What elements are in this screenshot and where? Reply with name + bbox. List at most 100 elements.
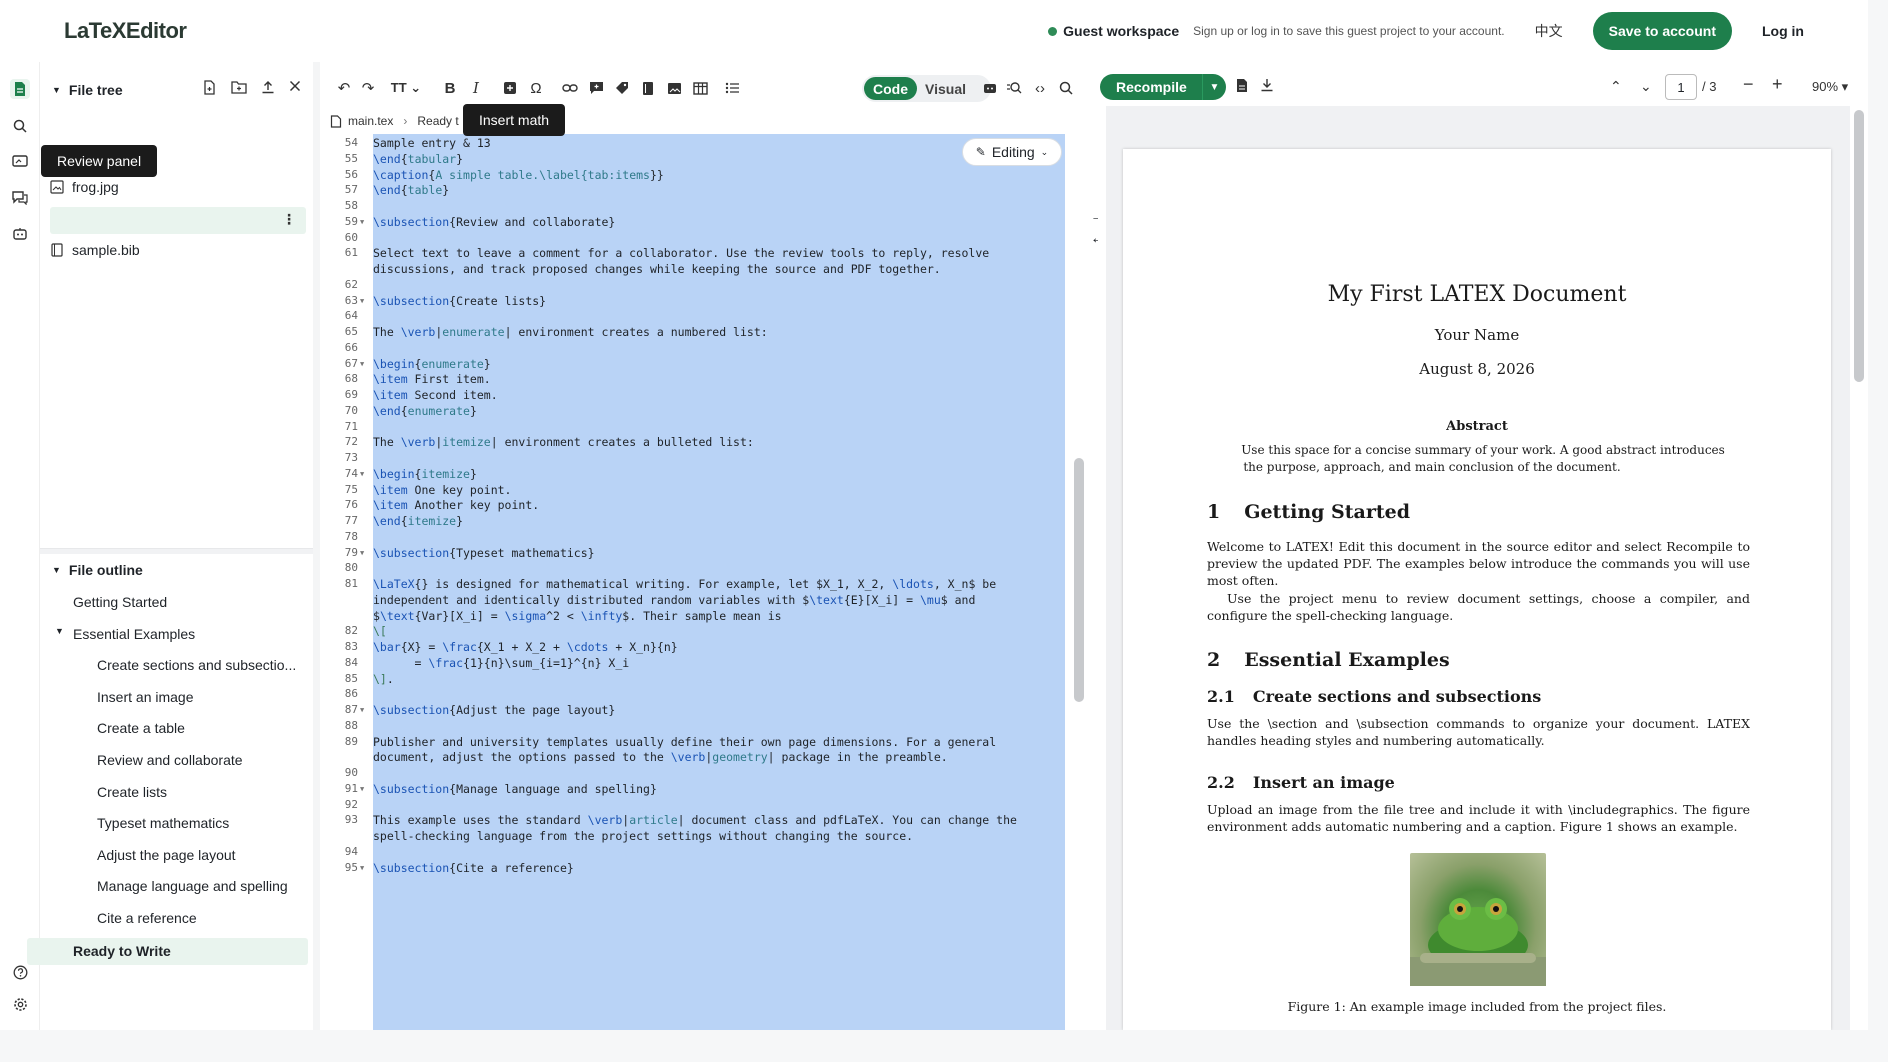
code-line[interactable]: \subsection{Review and collaborate} (373, 215, 615, 229)
zoom-in-icon[interactable]: + (1772, 74, 1783, 95)
code-line[interactable]: \[ (373, 624, 387, 638)
review-icon[interactable] (10, 152, 30, 172)
new-folder-icon[interactable] (231, 80, 247, 95)
robot-icon[interactable] (10, 224, 30, 244)
outline-item-page-layout[interactable]: Adjust the page layout (97, 847, 303, 863)
code-line[interactable]: \subsection{Typeset mathematics} (373, 546, 595, 560)
chat-icon[interactable] (10, 188, 30, 208)
omega-icon[interactable]: Ω (526, 78, 546, 98)
table-icon[interactable] (690, 78, 710, 98)
editor-scrollbar[interactable] (1074, 458, 1084, 702)
code-line[interactable]: \]. (373, 672, 394, 686)
recompile-button[interactable]: Recompile ▼ (1100, 74, 1226, 100)
code-line[interactable]: \subsection{Adjust the page layout} (373, 703, 615, 717)
code-line[interactable]: \subsection{Manage language and spelling… (373, 782, 657, 796)
code-line[interactable]: Publisher and university templates usual… (373, 735, 996, 749)
search-icon[interactable] (1056, 78, 1076, 98)
code-line[interactable]: \subsection{Cite a reference} (373, 861, 574, 875)
code-line[interactable]: \LaTeX{} is designed for mathematical wr… (373, 577, 996, 591)
settings-icon[interactable] (10, 994, 30, 1014)
link-icon[interactable] (560, 78, 580, 98)
fold-toggle-icon[interactable]: ▼ (360, 785, 364, 793)
outline-item-language-spelling[interactable]: Manage language and spelling (97, 878, 303, 894)
file-item-frog[interactable]: frog.jpg (50, 175, 119, 199)
language-switch[interactable]: 中文 (1535, 21, 1563, 41)
editor-mode-toggle[interactable]: Code Visual (862, 75, 991, 102)
outline-item-create-lists[interactable]: Create lists (97, 784, 303, 800)
math-icon[interactable] (500, 78, 520, 98)
code-line[interactable]: discussions, and track proposed changes … (373, 262, 941, 276)
code-line[interactable]: \item First item. (373, 372, 491, 386)
upload-icon[interactable] (261, 80, 275, 95)
editing-mode-badge[interactable]: ✎ Editing ⌄ (962, 138, 1062, 166)
redo-icon[interactable]: ↷ (358, 78, 378, 98)
fold-toggle-icon[interactable]: ▼ (360, 864, 364, 872)
file-item-main[interactable]: ⋮ (50, 207, 306, 234)
more-options-icon[interactable]: ⋮ (282, 211, 296, 228)
close-icon[interactable] (289, 80, 301, 95)
chevron-down-icon[interactable]: ▼ (52, 565, 61, 575)
code-line[interactable]: \end{tabular} (373, 152, 463, 166)
code-line[interactable]: \bar{X} = \frac{X_1 + X_2 + \cdots + X_n… (373, 640, 678, 654)
fold-toggle-icon[interactable]: ▼ (360, 360, 364, 368)
visual-mode-button[interactable]: Visual (917, 81, 974, 97)
breadcrumb-file[interactable]: main.tex (348, 114, 393, 128)
file-outline-header[interactable]: ▼ File outline (52, 562, 143, 578)
code-line[interactable]: = \frac{1}{n}\sum_{i=1}^{n} X_i (373, 656, 630, 670)
file-item-sample-bib[interactable]: sample.bib (50, 238, 140, 262)
chevron-down-icon[interactable]: ▼ (55, 626, 65, 636)
pdf-file-icon[interactable] (1236, 78, 1248, 93)
search-code-icon[interactable] (1004, 78, 1024, 98)
outline-item-insert-image[interactable]: Insert an image (97, 689, 303, 705)
panel-resize-handle[interactable] (40, 548, 313, 554)
outline-item-review-collaborate[interactable]: Review and collaborate (97, 752, 303, 768)
undo-icon[interactable]: ↶ (334, 78, 354, 98)
outline-item-create-table[interactable]: Create a table (97, 720, 303, 736)
code-line[interactable]: The \verb|itemize| environment creates a… (373, 435, 754, 449)
text-size-icon[interactable]: TT ⌄ (388, 78, 424, 98)
code-line[interactable]: \subsection{Create lists} (373, 294, 546, 308)
code-line[interactable]: \begin{enumerate} (373, 357, 491, 371)
tag-icon[interactable] (612, 78, 632, 98)
fold-toggle-icon[interactable]: ▼ (360, 470, 364, 478)
outline-item-essential-examples[interactable]: Essential Examples (73, 626, 303, 642)
image-icon[interactable] (664, 78, 684, 98)
zoom-out-icon[interactable]: − (1743, 74, 1754, 95)
code-line[interactable]: \begin{itemize} (373, 467, 477, 481)
fold-toggle-icon[interactable]: ▼ (360, 549, 364, 557)
help-icon[interactable] (10, 962, 30, 982)
fold-toggle-icon[interactable]: ▼ (360, 706, 364, 714)
list-icon[interactable] (722, 78, 742, 98)
code-line[interactable]: Select text to leave a comment for a col… (373, 246, 989, 260)
breadcrumb-section[interactable]: Ready t (417, 114, 458, 128)
outline-item-getting-started[interactable]: Getting Started (73, 594, 303, 610)
code-line[interactable]: Sample entry & 13 (373, 136, 491, 150)
comment-icon[interactable] (586, 78, 606, 98)
zoom-level-select[interactable]: 90% ▾ (1812, 79, 1848, 95)
code-line[interactable]: \end{table} (373, 183, 449, 197)
chevron-down-icon[interactable]: ▼ (1202, 74, 1226, 100)
code-line[interactable]: \item Second item. (373, 388, 498, 402)
fold-toggle-icon[interactable]: ▼ (360, 218, 364, 226)
page-number-input[interactable]: 1 (1665, 74, 1697, 100)
previous-page-icon[interactable]: ⌃ (1610, 78, 1622, 95)
robot-icon[interactable] (980, 78, 1000, 98)
fold-toggle-icon[interactable]: ▼ (360, 297, 364, 305)
save-to-account-button[interactable]: Save to account (1592, 12, 1732, 50)
code-line[interactable]: \caption{A simple table.\label{tab:items… (373, 168, 664, 182)
code-line[interactable]: \end{enumerate} (373, 404, 477, 418)
outline-item-cite-reference[interactable]: Cite a reference (97, 910, 303, 926)
pdf-scrollbar[interactable] (1854, 110, 1864, 382)
code-line[interactable]: This example uses the standard \verb|art… (373, 813, 1017, 827)
next-page-icon[interactable]: ⌄ (1640, 78, 1652, 95)
outline-item-create-sections[interactable]: Create sections and subsectio... (97, 657, 303, 673)
italic-icon[interactable]: I (466, 78, 486, 98)
code-line[interactable]: \end{itemize} (373, 514, 463, 528)
code-line[interactable]: independent and identically distributed … (373, 593, 975, 607)
code-area[interactable]: 54 Sample entry & 13 55 \end{tabular} 56 \cap… (320, 134, 1090, 1030)
outline-item-typeset-math[interactable]: Typeset mathematics (97, 815, 303, 831)
code-mode-button[interactable]: Code (864, 77, 917, 100)
file-icon[interactable] (10, 79, 30, 99)
download-icon[interactable] (1260, 78, 1274, 92)
code-line[interactable]: spell-checking language from the project… (373, 829, 913, 843)
